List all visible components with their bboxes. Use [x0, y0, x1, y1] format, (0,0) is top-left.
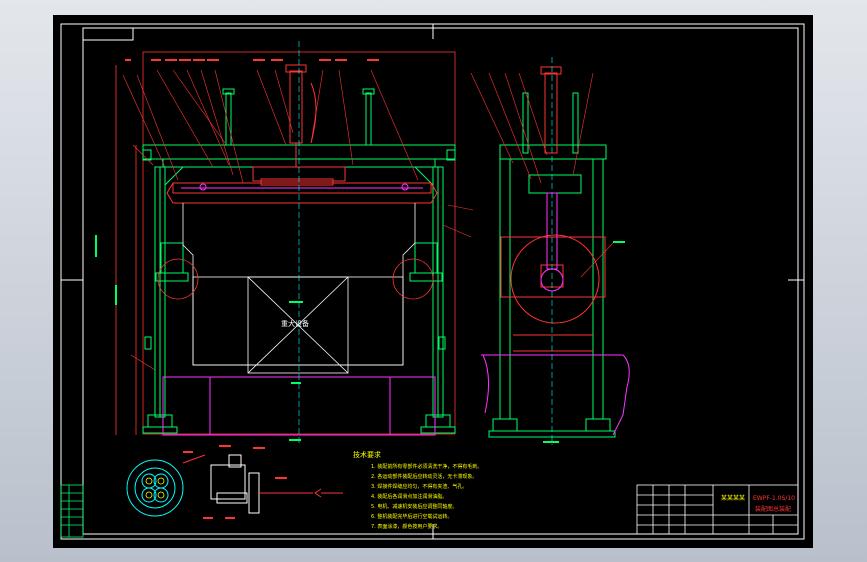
cad-drawing: 重大设备 技术要求 1. 装配前所有零部件必须清洗干净，不得有毛刺。 2. 各运…	[60, 23, 805, 540]
tech-requirement-item: 5. 电机、减速机安装后应调整同轴度。	[371, 503, 457, 510]
tech-requirement-item: 2. 各运动部件装配后应转动灵活，无卡滞现象。	[371, 473, 477, 480]
tech-requirement-item: 7. 表面涂漆，颜色按用户要求。	[371, 523, 442, 530]
tech-requirement-item: 1. 装配前所有零部件必须清洗干净，不得有毛刺。	[371, 463, 482, 470]
detail-views	[126, 445, 343, 519]
tech-requirement-item: 3. 焊接件焊缝应均匀，不得有夹渣、气孔。	[371, 483, 467, 490]
cad-drawing-viewport[interactable]: 重大设备 技术要求 1. 装配前所有零部件必须清洗干净，不得有毛刺。 2. 各运…	[53, 15, 813, 548]
tech-requirements-heading: 技术要求	[353, 450, 381, 459]
front-view: 重大设备	[95, 41, 474, 445]
title-block-drawing-name: 装配图总装配	[755, 505, 791, 513]
revision-table	[60, 484, 84, 538]
title-block-drawing-number: EWPF-1.0S/10	[753, 495, 795, 502]
center-label: 重大设备	[281, 319, 309, 328]
title-block-company: 某某某某	[721, 495, 745, 502]
tech-requirement-item: 4. 装配后各润滑点加注润滑油脂。	[371, 493, 447, 500]
tech-requirements: 技术要求 1. 装配前所有零部件必须清洗干净，不得有毛刺。 2. 各运动部件装配…	[353, 450, 482, 530]
side-view	[470, 57, 630, 445]
tech-requirement-item: 6. 整机装配完毕后进行空载试运转。	[371, 513, 452, 520]
